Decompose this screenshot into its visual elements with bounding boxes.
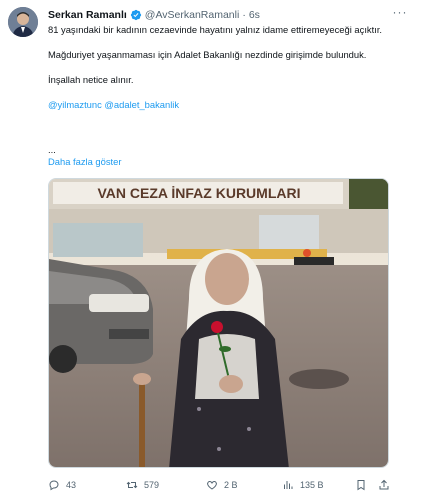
reply-count: 43 [66,480,77,490]
views-count: 135 B [300,480,324,490]
tweet-card[interactable]: Serkan Ramanlı @AvSerkanRamanli · 6s ···… [0,0,421,502]
prison-sign-text: VAN CEZA İNFAZ KURUMLARI [98,185,301,201]
avatar[interactable] [8,7,38,37]
views-button[interactable]: 135 B [282,479,324,491]
author-name[interactable]: Serkan Ramanlı [48,9,127,21]
action-bar: 43 579 2 B 135 B [48,477,393,493]
tweet-paragraph: 81 yaşındaki bir kadının cezaevinde haya… [48,24,383,35]
show-more-link[interactable]: Daha fazla göster [48,156,121,167]
text-ellipsis: ... [48,144,56,155]
bookmark-icon [357,480,365,491]
reply-button[interactable]: 43 [48,479,76,491]
heart-icon [207,480,217,490]
retweet-icon [126,481,138,489]
timestamp[interactable]: 6s [249,9,260,21]
tweet-header: Serkan Ramanlı @AvSerkanRamanli · 6s [48,9,260,21]
reply-icon [49,480,59,491]
like-count: 2 B [224,480,238,490]
share-button[interactable] [378,479,390,491]
separator-dot: · [242,9,246,21]
verified-badge-icon [130,9,141,21]
tweet-paragraph: İnşallah netice alınır. [48,74,134,85]
share-icon [379,479,389,490]
tweet-photo[interactable]: VAN CEZA İNFAZ KURUMLARI [48,178,389,468]
retweet-count: 579 [144,480,160,490]
bookmark-button[interactable] [355,479,367,491]
retweet-button[interactable]: 579 [126,479,159,491]
tweet-paragraph: Mağduriyet yaşanmaması için Adalet Bakan… [48,49,367,60]
mention-links[interactable]: @yilmaztunc @adalet_bakanlik [48,99,388,112]
views-chart-icon [284,481,293,489]
more-options-icon[interactable]: ··· [391,5,409,19]
tweet-text: 81 yaşındaki bir kadının cezaevinde haya… [48,24,388,124]
like-button[interactable]: 2 B [206,479,238,491]
author-handle[interactable]: @AvSerkanRamanli [145,9,240,21]
